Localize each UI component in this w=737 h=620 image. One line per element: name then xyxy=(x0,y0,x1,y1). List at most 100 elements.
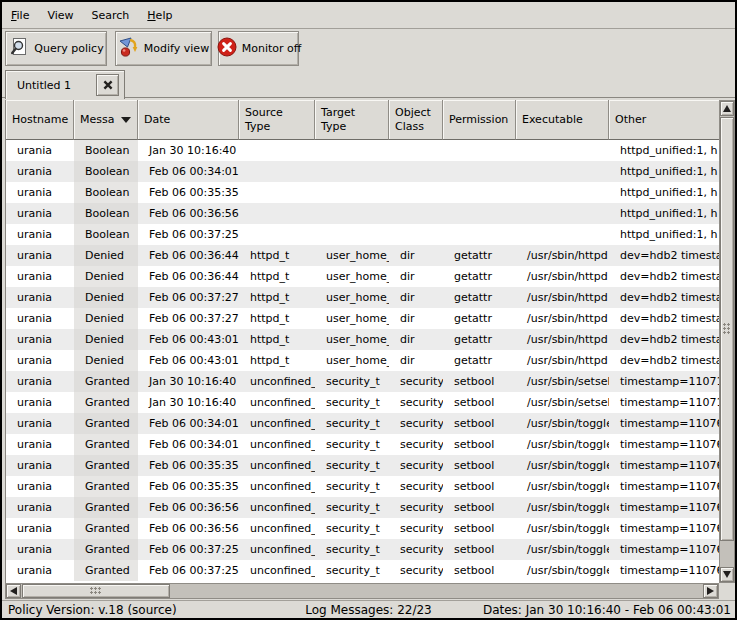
modify-view-button[interactable]: Modify view xyxy=(115,31,212,66)
table-cell: Feb 06 00:35:35 xyxy=(138,182,239,203)
menu-help[interactable]: Help xyxy=(138,6,181,25)
table-cell: Boolean xyxy=(74,203,138,224)
column-header-label: Permission xyxy=(449,113,508,127)
table-row[interactable]: uraniaDeniedFeb 06 00:36:44httpd_tuser_h… xyxy=(6,266,720,287)
table-cell: Feb 06 00:37:25 xyxy=(138,224,239,245)
table-row[interactable]: uraniaBooleanFeb 06 00:37:25httpd_unifie… xyxy=(6,224,720,245)
table-row[interactable]: uraniaGrantedFeb 06 00:36:56unconfined_s… xyxy=(6,497,720,518)
table-row[interactable]: uraniaBooleanJan 30 10:16:40httpd_unifie… xyxy=(6,140,720,161)
table-cell: urania xyxy=(6,476,74,497)
sort-desc-icon xyxy=(121,117,131,123)
column-header-executable[interactable]: Executable xyxy=(516,100,609,140)
horizontal-scrollbar[interactable] xyxy=(5,583,719,599)
table-cell: security_t xyxy=(315,434,389,455)
vertical-scrollbar[interactable] xyxy=(719,100,735,583)
table-cell: Granted xyxy=(74,560,138,581)
scroll-left-button[interactable] xyxy=(6,584,21,598)
table-cell: setbool xyxy=(443,539,516,560)
table-cell: Granted xyxy=(74,371,138,392)
table-cell: urania xyxy=(6,224,74,245)
table-row[interactable]: uraniaDeniedFeb 06 00:37:27httpd_tuser_h… xyxy=(6,287,720,308)
table-row[interactable]: uraniaDeniedFeb 06 00:37:27httpd_tuser_h… xyxy=(6,308,720,329)
table-cell xyxy=(389,161,443,182)
table-cell: Jan 30 10:16:40 xyxy=(138,392,239,413)
column-header-label: Target Type xyxy=(321,106,355,134)
right-arrow-icon xyxy=(707,587,714,595)
table-cell: httpd_t xyxy=(239,266,315,287)
table-cell: /usr/sbin/toggle xyxy=(516,476,609,497)
table-cell: urania xyxy=(6,308,74,329)
table-cell: unconfined_ xyxy=(239,413,315,434)
scroll-up-button[interactable] xyxy=(720,101,734,116)
status-bar: Policy Version: v.18 (source) Log Messag… xyxy=(2,600,735,619)
table-row[interactable]: uraniaBooleanFeb 06 00:36:56httpd_unifie… xyxy=(6,203,720,224)
table-cell: Granted xyxy=(74,497,138,518)
column-header-target-type[interactable]: Target Type xyxy=(315,100,389,140)
menu-file[interactable]: File xyxy=(2,6,38,25)
vertical-scrollbar-thumb[interactable] xyxy=(720,117,734,541)
table-cell: getattr xyxy=(443,266,516,287)
table-cell: Jan 30 10:16:40 xyxy=(138,140,239,161)
table-cell: user_home_ xyxy=(315,266,389,287)
table-row[interactable]: uraniaDeniedFeb 06 00:43:01httpd_tuser_h… xyxy=(6,350,720,371)
table-cell: httpd_unified:1, h xyxy=(609,224,720,245)
table-cell xyxy=(239,203,315,224)
table-row[interactable]: uraniaGrantedFeb 06 00:35:35unconfined_s… xyxy=(6,455,720,476)
menu-search[interactable]: Search xyxy=(83,6,139,25)
table-cell: dev=hdb2 timesta xyxy=(609,287,720,308)
table-row[interactable]: uraniaDeniedFeb 06 00:36:44httpd_tuser_h… xyxy=(6,245,720,266)
table-cell: Feb 06 00:35:35 xyxy=(138,476,239,497)
table-row[interactable]: uraniaGrantedFeb 06 00:35:35unconfined_s… xyxy=(6,476,720,497)
table-row[interactable]: uraniaDeniedFeb 06 00:43:01httpd_tuser_h… xyxy=(6,329,720,350)
scroll-down-button[interactable] xyxy=(720,567,734,582)
menu-bar: FileViewSearchHelp xyxy=(2,2,735,29)
table-row[interactable]: uraniaBooleanFeb 06 00:34:01httpd_unifie… xyxy=(6,161,720,182)
table-cell xyxy=(389,224,443,245)
table-row[interactable]: uraniaGrantedFeb 06 00:37:25unconfined_s… xyxy=(6,560,720,581)
column-header-source-type[interactable]: Source Type xyxy=(239,100,315,140)
scroll-right-button[interactable] xyxy=(703,584,718,598)
table-cell: Feb 06 00:43:01 xyxy=(138,329,239,350)
table-cell: /usr/sbin/httpd xyxy=(516,329,609,350)
table-cell: setbool xyxy=(443,476,516,497)
table-cell: setbool xyxy=(443,497,516,518)
down-arrow-icon xyxy=(723,571,731,578)
tab-untitled-1[interactable]: Untitled 1 xyxy=(5,70,125,99)
column-header-permission[interactable]: Permission xyxy=(443,100,516,140)
table-cell: setbool xyxy=(443,455,516,476)
column-header-label: Hostname xyxy=(12,113,68,127)
tab-close-button[interactable] xyxy=(96,74,119,96)
column-header-date[interactable]: Date xyxy=(138,100,239,140)
table-cell xyxy=(443,224,516,245)
table-cell: setbool xyxy=(443,371,516,392)
table-cell: Feb 06 00:36:56 xyxy=(138,203,239,224)
table-row[interactable]: uraniaGrantedFeb 06 00:37:25unconfined_s… xyxy=(6,539,720,560)
column-header-hostname[interactable]: Hostname xyxy=(6,100,74,140)
table-cell: urania xyxy=(6,560,74,581)
table-cell: Feb 06 00:36:44 xyxy=(138,266,239,287)
table-row[interactable]: uraniaGrantedJan 30 10:16:40unconfined_s… xyxy=(6,371,720,392)
table-row[interactable]: uraniaGrantedFeb 06 00:36:56unconfined_s… xyxy=(6,518,720,539)
query-policy-button[interactable]: Query policy xyxy=(5,31,107,66)
table-cell: timestamp=11076 xyxy=(609,434,720,455)
monitor-off-icon xyxy=(216,36,238,61)
horizontal-scrollbar-thumb[interactable] xyxy=(22,584,170,598)
table-row[interactable]: uraniaGrantedFeb 06 00:34:01unconfined_s… xyxy=(6,434,720,455)
table-cell: urania xyxy=(6,203,74,224)
menu-view[interactable]: View xyxy=(38,6,82,25)
table-cell: httpd_t xyxy=(239,350,315,371)
left-arrow-icon xyxy=(10,587,17,595)
monitor-off-button[interactable]: Monitor off xyxy=(218,31,299,66)
column-header-messa[interactable]: Messa xyxy=(74,100,138,140)
table-cell: httpd_t xyxy=(239,245,315,266)
table-cell: urania xyxy=(6,350,74,371)
table-row[interactable]: uraniaGrantedFeb 06 00:34:01unconfined_s… xyxy=(6,413,720,434)
table-cell xyxy=(315,182,389,203)
table-cell: Feb 06 00:37:25 xyxy=(138,539,239,560)
table-cell xyxy=(315,224,389,245)
table-row[interactable]: uraniaGrantedJan 30 10:16:40unconfined_s… xyxy=(6,392,720,413)
column-header-object-class[interactable]: Object Class xyxy=(389,100,443,140)
table-row[interactable]: uraniaBooleanFeb 06 00:35:35httpd_unifie… xyxy=(6,182,720,203)
table-cell: Granted xyxy=(74,476,138,497)
column-header-other[interactable]: Other xyxy=(609,100,720,140)
